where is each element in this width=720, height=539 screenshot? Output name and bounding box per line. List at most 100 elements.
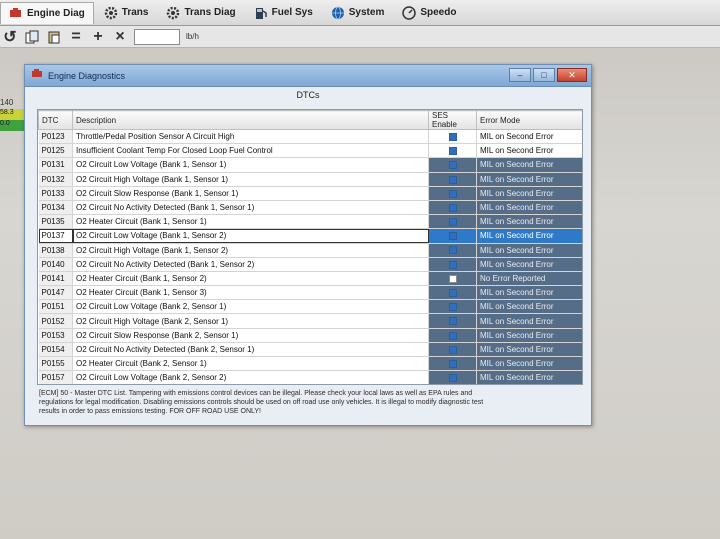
- ses-enable-checkbox-checked[interactable]: [448, 218, 457, 227]
- error-mode-cell[interactable]: No Error Reported: [476, 271, 582, 287]
- undo-icon[interactable]: ↺: [2, 29, 18, 46]
- minimize-button[interactable]: –: [509, 68, 531, 82]
- ses-enable-checkbox-checked[interactable]: [448, 246, 457, 255]
- error-mode-cell[interactable]: MIL on Second Error: [476, 313, 582, 329]
- plus-icon[interactable]: +: [90, 28, 106, 45]
- ses-enable-checkbox-checked[interactable]: [448, 147, 457, 156]
- error-mode-cell[interactable]: MIL on Second Error: [476, 200, 582, 216]
- dtc-code-cell[interactable]: P0152: [38, 313, 73, 329]
- dtc-description-cell[interactable]: O2 Heater Circuit (Bank 1, Sensor 1): [72, 214, 429, 230]
- column-header-description[interactable]: Description: [72, 110, 429, 130]
- error-mode-cell[interactable]: MIL on Second Error: [476, 257, 582, 272]
- dtc-code-cell[interactable]: P0155: [38, 356, 73, 372]
- multiply-icon[interactable]: ×: [112, 28, 128, 45]
- ses-enable-checkbox-checked[interactable]: [448, 289, 457, 298]
- table-row[interactable]: P0134 O2 Circuit No Activity Detected (Ba…: [38, 200, 582, 216]
- ses-enable-checkbox-checked[interactable]: [448, 232, 457, 241]
- error-mode-cell[interactable]: MIL on Second Error: [476, 299, 582, 315]
- table-row[interactable]: P0123 Throttle/Pedal Position Sensor A Ci…: [38, 129, 582, 145]
- error-mode-cell[interactable]: MIL on Second Error: [476, 243, 582, 258]
- error-mode-cell[interactable]: MIL on Second Error: [476, 172, 582, 187]
- dtc-description-cell[interactable]: O2 Heater Circuit (Bank 2, Sensor 1): [72, 356, 429, 372]
- error-mode-cell[interactable]: MIL on Second Error: [476, 285, 582, 301]
- ses-enable-checkbox-checked[interactable]: [448, 175, 457, 184]
- table-row[interactable]: P0151 O2 Circuit Low Voltage (Bank 2, Sen…: [38, 299, 582, 315]
- table-row[interactable]: P0153 O2 Circuit Slow Response (Bank 2, S…: [38, 328, 582, 343]
- table-row[interactable]: P0157 O2 Circuit Low Voltage (Bank 2, Sen…: [38, 370, 582, 384]
- tab-speedo[interactable]: Speedo: [394, 2, 464, 24]
- equals-icon[interactable]: =: [68, 28, 84, 45]
- tab-system[interactable]: System: [323, 2, 393, 24]
- dtc-code-cell[interactable]: P0157: [38, 370, 73, 384]
- dtc-code-cell[interactable]: P0132: [38, 172, 73, 187]
- dtc-code-cell[interactable]: P0131: [38, 157, 73, 173]
- dtc-code-cell[interactable]: P0153: [38, 328, 73, 343]
- error-mode-cell[interactable]: MIL on Second Error: [476, 370, 582, 384]
- dtc-description-cell[interactable]: O2 Circuit No Activity Detected (Bank 2,…: [72, 342, 429, 358]
- dtc-code-cell[interactable]: P0147: [38, 285, 73, 301]
- dtc-description-cell[interactable]: O2 Heater Circuit (Bank 1, Sensor 2): [72, 271, 429, 287]
- dtc-code-cell[interactable]: P0140: [38, 257, 73, 272]
- maximize-button[interactable]: □: [533, 68, 555, 82]
- table-row[interactable]: P0154 O2 Circuit No Activity Detected (Ba…: [38, 342, 582, 358]
- dtc-description-cell[interactable]: O2 Heater Circuit (Bank 1, Sensor 3): [72, 285, 429, 301]
- ses-enable-checkbox-unchecked[interactable]: [448, 274, 457, 283]
- ses-enable-checkbox-checked[interactable]: [448, 345, 457, 354]
- dtc-description-cell[interactable]: O2 Circuit Low Voltage (Bank 1, Sensor 1…: [72, 157, 429, 173]
- table-row[interactable]: P0135 O2 Heater Circuit (Bank 1, Sensor 1…: [38, 214, 582, 230]
- tab-trans[interactable]: Trans: [96, 2, 157, 24]
- error-mode-cell[interactable]: MIL on Second Error: [476, 214, 582, 230]
- table-row[interactable]: P0147 O2 Heater Circuit (Bank 1, Sensor 3…: [38, 285, 582, 301]
- tab-trans-diag[interactable]: Trans Diag: [158, 2, 243, 24]
- dtc-description-cell[interactable]: O2 Circuit High Voltage (Bank 1, Sensor …: [72, 172, 429, 187]
- table-row[interactable]: P0152 O2 Circuit High Voltage (Bank 2, Se…: [38, 313, 582, 329]
- ses-enable-checkbox-checked[interactable]: [448, 303, 457, 312]
- ses-enable-checkbox-checked[interactable]: [448, 132, 457, 141]
- dtc-description-cell[interactable]: O2 Circuit High Voltage (Bank 2, Sensor …: [72, 313, 429, 329]
- column-header-ses-enable[interactable]: SES Enable: [428, 110, 477, 130]
- error-mode-cell[interactable]: MIL on Second Error: [476, 129, 582, 145]
- dtc-code-cell[interactable]: P0135: [38, 214, 73, 230]
- ses-enable-checkbox-checked[interactable]: [448, 331, 457, 340]
- ses-enable-checkbox-checked[interactable]: [448, 374, 457, 383]
- copy-icon[interactable]: [24, 29, 40, 45]
- table-row[interactable]: P0155 O2 Heater Circuit (Bank 2, Sensor 1…: [38, 356, 582, 372]
- dtc-description-cell[interactable]: O2 Circuit High Voltage (Bank 1, Sensor …: [72, 243, 429, 258]
- error-mode-cell[interactable]: MIL on Second Error: [476, 143, 582, 159]
- ses-enable-checkbox-checked[interactable]: [448, 203, 457, 212]
- table-row[interactable]: P0132 O2 Circuit High Voltage (Bank 1, Se…: [38, 172, 582, 187]
- ses-enable-checkbox-checked[interactable]: [448, 317, 457, 326]
- error-mode-cell[interactable]: MIL on Second Error: [476, 328, 582, 343]
- ses-enable-checkbox-checked[interactable]: [448, 161, 457, 170]
- dtc-description-cell[interactable]: O2 Circuit Low Voltage (Bank 2, Sensor 1…: [72, 299, 429, 315]
- table-row[interactable]: P0141 O2 Heater Circuit (Bank 1, Sensor 2…: [38, 271, 582, 287]
- close-button[interactable]: ✕: [557, 68, 587, 82]
- dtc-description-cell[interactable]: Insufficient Coolant Temp For Closed Loo…: [72, 143, 429, 159]
- table-row[interactable]: P0138 O2 Circuit High Voltage (Bank 1, Se…: [38, 243, 582, 258]
- dtc-code-cell[interactable]: P0125: [38, 143, 73, 159]
- dtc-description-cell[interactable]: O2 Circuit No Activity Detected (Bank 1,…: [72, 257, 429, 272]
- table-row[interactable]: P0131 O2 Circuit Low Voltage (Bank 1, Sen…: [38, 157, 582, 173]
- dtc-description-cell[interactable]: Throttle/Pedal Position Sensor A Circuit…: [72, 129, 429, 145]
- ses-enable-checkbox-checked[interactable]: [448, 260, 457, 269]
- error-mode-cell[interactable]: MIL on Second Error: [476, 186, 582, 201]
- dtc-code-cell[interactable]: P0133: [38, 186, 73, 201]
- value-input[interactable]: [134, 28, 180, 45]
- dtc-code-cell[interactable]: P0134: [38, 200, 73, 216]
- dtc-code-cell[interactable]: P0141: [38, 271, 73, 287]
- error-mode-cell[interactable]: MIL on Second Error: [476, 342, 582, 358]
- column-header-dtc[interactable]: DTC: [38, 110, 73, 130]
- dtc-description-cell[interactable]: O2 Circuit Slow Response (Bank 1, Sensor…: [72, 186, 429, 201]
- table-row[interactable]: P0137 O2 Circuit Low Voltage (Bank 1, Sen…: [38, 228, 582, 244]
- tab-fuel-sys[interactable]: Fuel Sys: [246, 2, 321, 24]
- error-mode-cell[interactable]: MIL on Second Error: [476, 356, 582, 372]
- error-mode-cell[interactable]: MIL on Second Error: [476, 157, 582, 173]
- table-row[interactable]: P0140 O2 Circuit No Activity Detected (Ba…: [38, 257, 582, 272]
- dtc-code-cell[interactable]: P0154: [38, 342, 73, 358]
- dtc-description-cell[interactable]: O2 Circuit No Activity Detected (Bank 1,…: [72, 200, 429, 216]
- dtc-code-cell[interactable]: P0123: [38, 129, 73, 145]
- dtc-code-cell[interactable]: P0137: [38, 228, 73, 244]
- dtc-description-cell[interactable]: O2 Circuit Low Voltage (Bank 1, Sensor 2…: [72, 228, 429, 244]
- ses-enable-checkbox-checked[interactable]: [448, 359, 457, 368]
- window-titlebar[interactable]: Engine Diagnostics – □ ✕: [25, 65, 591, 87]
